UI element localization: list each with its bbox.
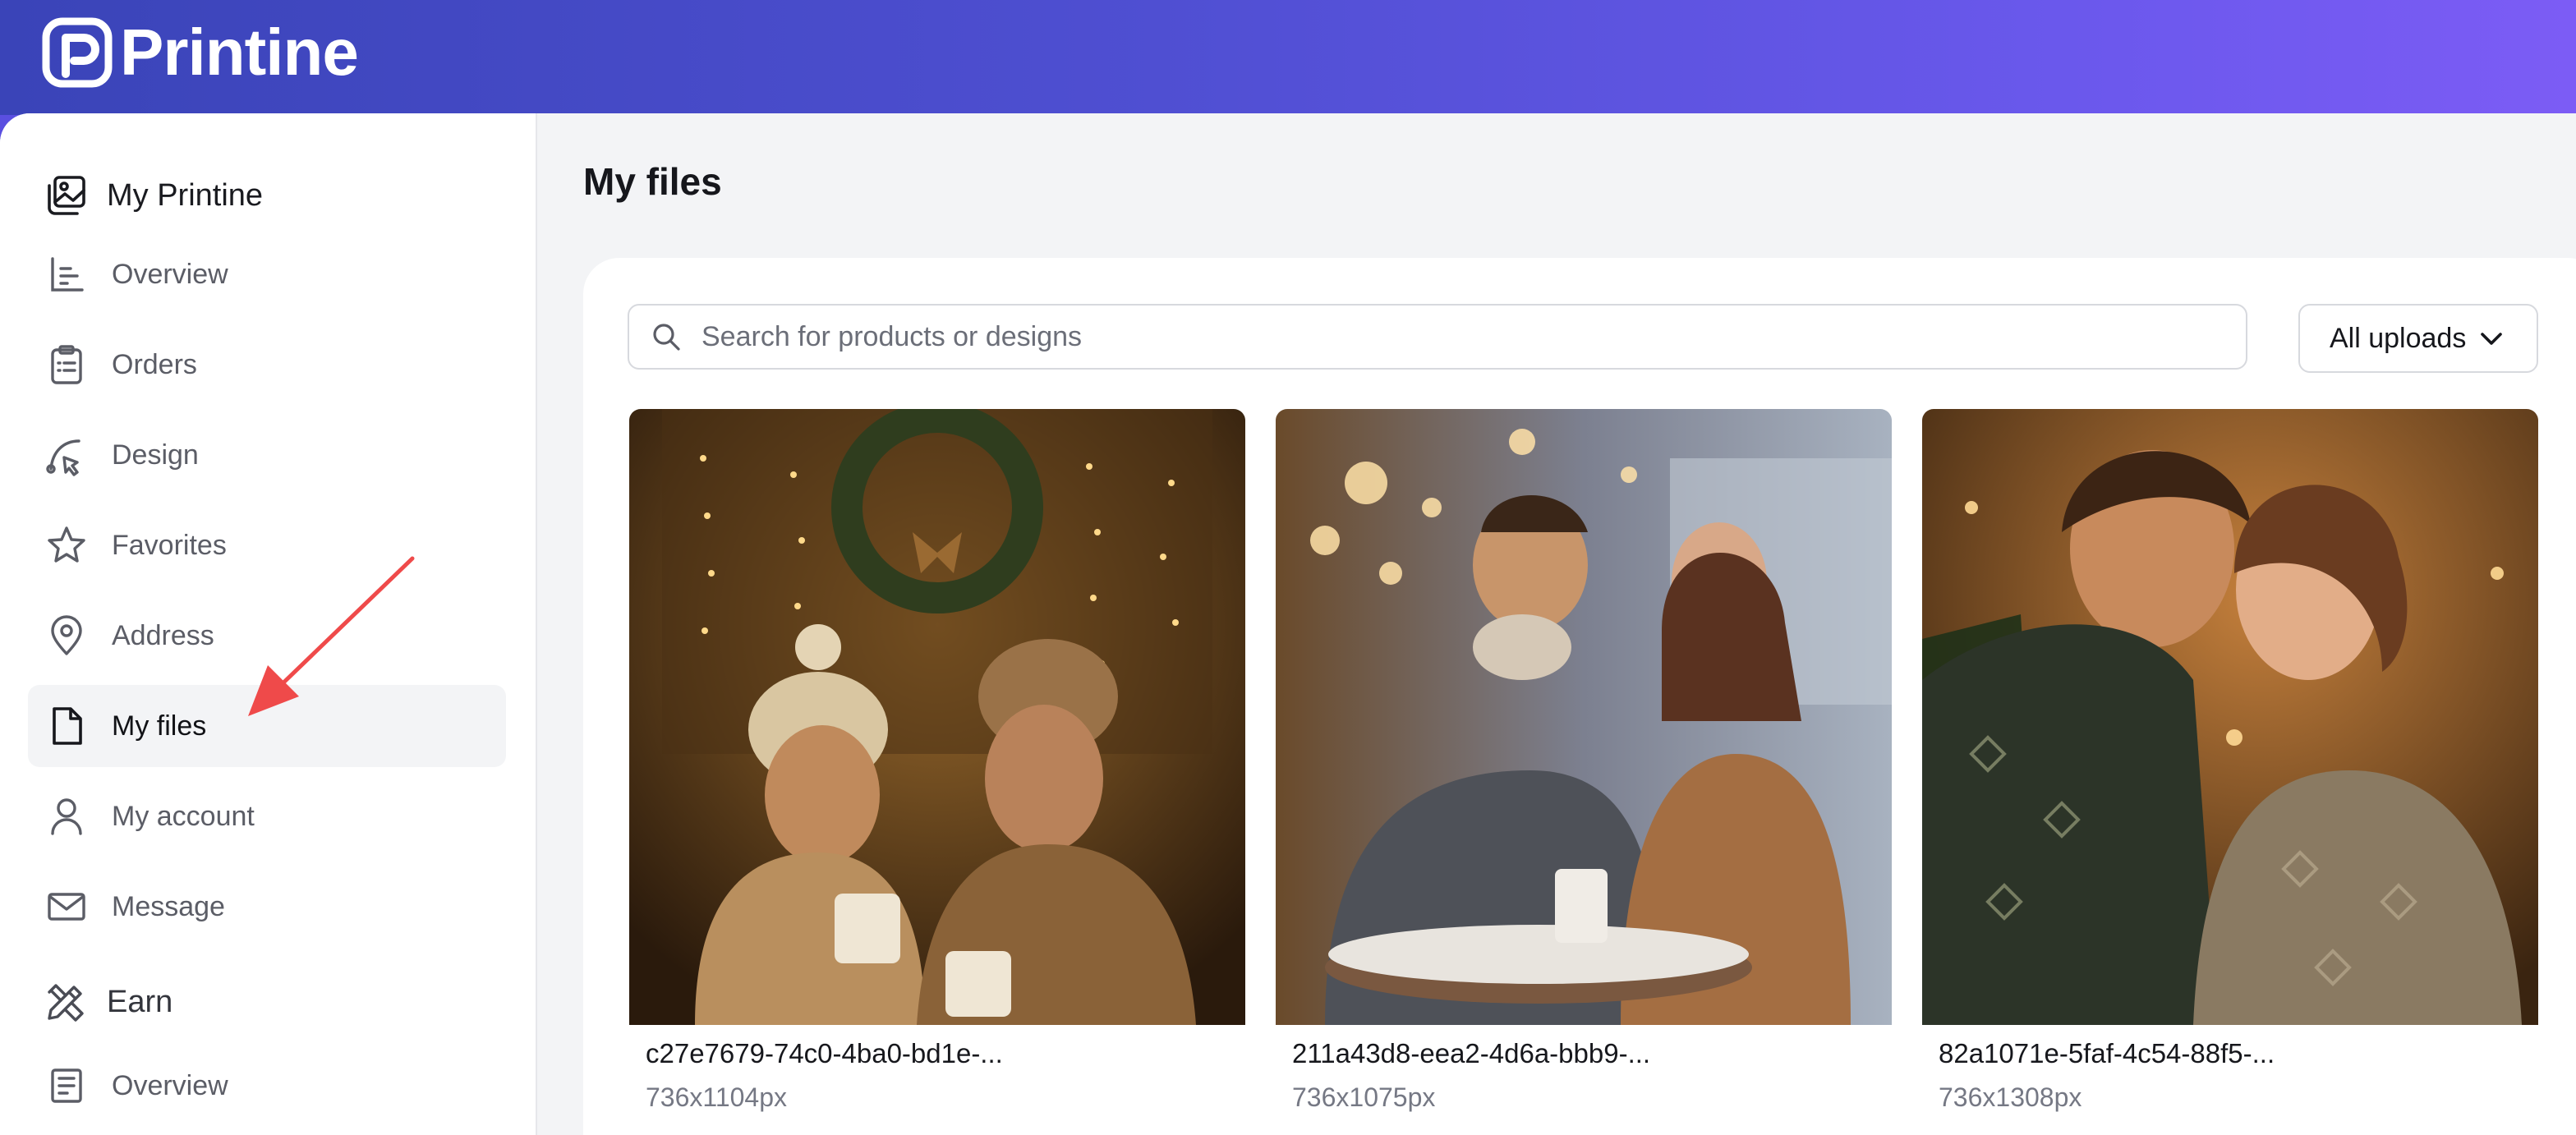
- sidebar-item-my-account[interactable]: My account: [28, 775, 506, 857]
- mail-icon: [48, 893, 85, 921]
- sidebar-item-label: Overview: [112, 1069, 228, 1101]
- sidebar-item-label: Design: [112, 439, 199, 471]
- location-pin-icon: [51, 615, 82, 655]
- file-dimensions: 736x1075px: [1292, 1082, 1436, 1112]
- file-thumbnail[interactable]: [1276, 409, 1892, 1025]
- star-icon: [48, 526, 85, 563]
- file-name: 211a43d8-eea2-4d6a-bbb9-...: [1292, 1038, 1651, 1068]
- file-thumbnail[interactable]: [629, 409, 1245, 1025]
- sidebar-item-orders[interactable]: Orders: [28, 324, 506, 406]
- printine-logo-icon: [42, 17, 113, 88]
- sidebar-item-earn-overview[interactable]: Overview: [28, 1045, 506, 1127]
- file-card[interactable]: 211a43d8-eea2-4d6a-bbb9-... 736x1075px: [1276, 409, 1892, 1135]
- search-icon: [653, 324, 680, 351]
- pen-tool-icon: [46, 439, 80, 476]
- file-name: c27e7679-74c0-4ba0-bd1e-...: [646, 1038, 1003, 1068]
- chart-icon: [51, 257, 84, 292]
- file-thumbnail[interactable]: [1922, 409, 2538, 1025]
- page-title: My files: [583, 160, 722, 203]
- file-card[interactable]: 82a1071e-5faf-4c54-88f5-... 736x1308px: [1922, 409, 2538, 1135]
- search-input[interactable]: [700, 319, 2182, 354]
- sidebar-item-label: Address: [112, 619, 214, 651]
- file-dimensions: 736x1308px: [1939, 1082, 2082, 1112]
- couple-snow-cafe-photo: [1276, 409, 1892, 1025]
- uploads-filter-value: All uploads: [2330, 322, 2467, 354]
- brand-logo[interactable]: Printine: [41, 15, 359, 90]
- uploads-filter-select[interactable]: All uploads: [2298, 304, 2538, 373]
- file-icon: [53, 707, 82, 745]
- sidebar-section-label: My Printine: [107, 177, 264, 213]
- sidebar-item-overview[interactable]: Overview: [28, 233, 506, 315]
- sidebar-item-label: Favorites: [112, 529, 227, 561]
- sidebar-section-earn: Earn: [43, 979, 172, 1025]
- couple-sweaters-photo: [1922, 409, 2538, 1025]
- file-name: 82a1071e-5faf-4c54-88f5-...: [1939, 1038, 2275, 1068]
- annotation-arrow: [248, 556, 415, 716]
- top-bar: Printine: [0, 0, 2576, 115]
- search-bar[interactable]: [628, 304, 2247, 370]
- sidebar-section-my-printine: My Printine: [43, 172, 263, 218]
- sidebar-item-design[interactable]: Design: [28, 414, 506, 496]
- file-dimensions: 736x1104px: [646, 1082, 787, 1112]
- user-icon: [51, 798, 82, 835]
- couple-cafe-photo: [629, 409, 1245, 1025]
- file-card[interactable]: c27e7679-74c0-4ba0-bd1e-... 736x1104px: [629, 409, 1245, 1135]
- chevron-down-icon: [2481, 333, 2503, 345]
- files-panel: All uploads: [583, 258, 2576, 1135]
- image-gallery-icon: [48, 176, 85, 215]
- sidebar-section-label: Earn: [107, 984, 173, 1019]
- clipboard-icon: [51, 345, 82, 384]
- sidebar-item-label: Message: [112, 890, 225, 922]
- sidebar-item-label: Orders: [112, 348, 197, 380]
- sidebar-item-message[interactable]: Message: [28, 866, 506, 948]
- brand-name: Printine: [120, 16, 359, 89]
- document-icon: [51, 1068, 82, 1103]
- earn-tools-icon: [48, 984, 84, 1022]
- sidebar-item-label: Overview: [112, 258, 228, 290]
- sidebar-item-label: My account: [112, 800, 255, 832]
- sidebar-item-label: My files: [112, 710, 207, 742]
